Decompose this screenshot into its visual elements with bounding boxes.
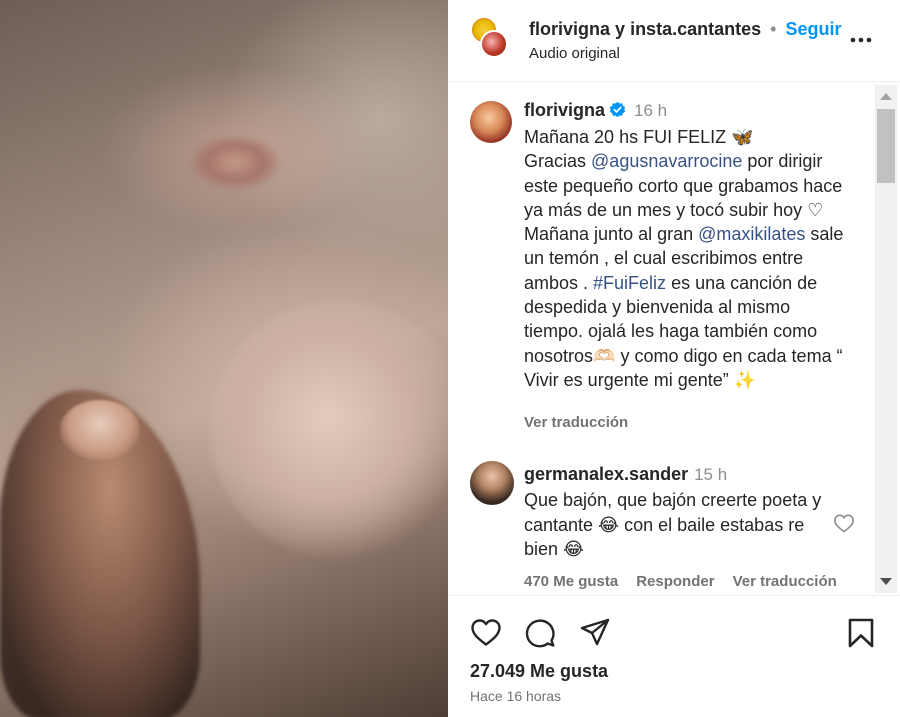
scroll-up-arrow-icon[interactable] (880, 93, 892, 100)
comment-icon[interactable] (524, 617, 556, 649)
hashtag-link[interactable]: #FuiFeliz (593, 273, 666, 293)
coauthor-link[interactable]: insta.cantantes (630, 19, 761, 39)
post-video[interactable] (0, 0, 448, 717)
caption-line-title: Mañana 20 hs FUI FELIZ 🦋 (524, 127, 754, 147)
post-timestamp[interactable]: Hace 16 horas (470, 688, 561, 704)
follow-button[interactable]: Seguir (785, 19, 841, 39)
audio-link[interactable]: Audio original (529, 45, 620, 62)
comments-scrollbar[interactable] (875, 85, 897, 593)
video-frame-shoulder (210, 300, 448, 560)
comment-avatar[interactable] (470, 461, 514, 505)
comment-actions: 470 Me gusta Responder Ver traducción (524, 573, 855, 590)
avatar-author[interactable] (480, 30, 508, 58)
comment-like-heart-icon[interactable] (833, 513, 855, 533)
comments-scroll-area[interactable]: florivigna 16 h Mañana 20 hs FUI FELIZ 🦋 … (448, 83, 900, 595)
scroll-thumb[interactable] (877, 109, 895, 183)
comment-header: germanalex.sander 15 h (524, 464, 727, 485)
caption-paragraph-song: Mañana junto al gran @maxikilates sale u… (524, 222, 854, 392)
caption-text-segment: Gracias (524, 151, 592, 172)
caption-text-segment: Mañana junto al gran (524, 224, 699, 245)
share-icon[interactable] (579, 617, 611, 649)
caption-header: florivigna 16 h (524, 100, 667, 121)
comment-translate-link[interactable]: Ver traducción (733, 573, 837, 590)
author-connector: y (615, 19, 626, 39)
author-link[interactable]: florivigna (529, 19, 610, 39)
mention-link[interactable]: @maxikilates (698, 224, 805, 244)
caption-paragraph-thanks: Gracias @agusnavarrocine por dirigir est… (524, 149, 854, 222)
caption-time: 16 h (634, 101, 668, 120)
comment-likes-count[interactable]: 470 Me gusta (524, 573, 618, 590)
caption-text: Mañana 20 hs FUI FELIZ 🦋 Gracias @agusna… (524, 125, 854, 392)
bookmark-icon[interactable] (845, 617, 877, 649)
post-panel: florivigna y insta.cantantes • Seguir Au… (448, 0, 900, 717)
comment-reply-button[interactable]: Responder (636, 573, 714, 590)
post-likes-count[interactable]: 27.049 Me gusta (470, 661, 608, 682)
heart-icon[interactable] (470, 617, 502, 649)
comment-text: Que bajón, que bajón creerte poeta y can… (524, 490, 822, 559)
header-authors: florivigna y insta.cantantes • Seguir (529, 19, 841, 40)
mention-link[interactable]: @agusnavarrocine (591, 151, 742, 171)
caption-username[interactable]: florivigna (524, 100, 605, 120)
scroll-down-arrow-icon[interactable] (880, 578, 892, 585)
collab-avatars[interactable] (470, 16, 510, 64)
video-frame-finger (60, 400, 140, 460)
comment-username[interactable]: germanalex.sander (524, 464, 688, 484)
verified-icon (609, 101, 626, 118)
separator-dot: • (770, 19, 777, 39)
more-icon[interactable] (849, 30, 873, 50)
post-header: florivigna y insta.cantantes • Seguir Au… (448, 0, 900, 82)
caption-translate-link[interactable]: Ver traducción (524, 414, 628, 431)
video-frame-face (190, 135, 280, 190)
comment-time: 15 h (694, 465, 728, 484)
caption-avatar[interactable] (470, 101, 512, 143)
